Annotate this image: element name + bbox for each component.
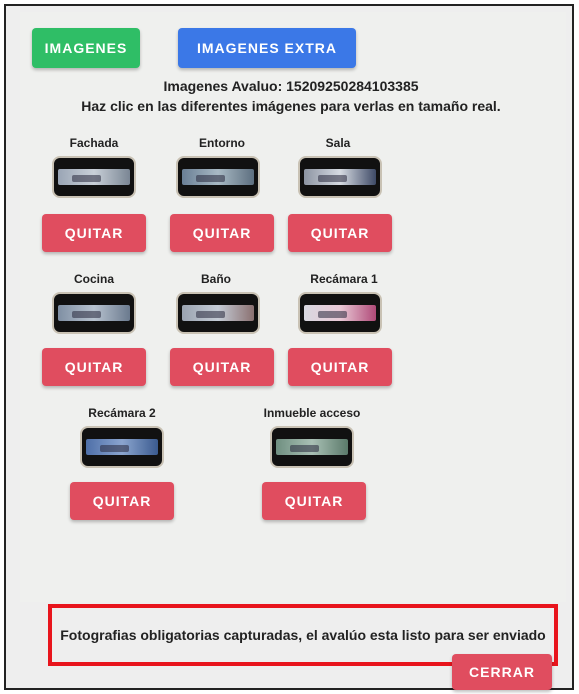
photo-label-cocina: Cocina bbox=[73, 272, 114, 286]
photo-label-entorno: Entorno bbox=[199, 136, 245, 150]
photo-label-fachada: Fachada bbox=[69, 136, 119, 150]
photo-thumbnail-sala[interactable] bbox=[298, 156, 382, 198]
avaluo-id-text: Imagenes Avaluo: 15209250284103385 bbox=[163, 78, 419, 94]
instruction-text: Haz clic en las diferentes imágenes para… bbox=[81, 98, 501, 114]
quitar-button-fachada[interactable]: QUITAR bbox=[42, 214, 146, 252]
quitar-button-recamara-1[interactable]: QUITAR bbox=[288, 348, 392, 386]
imagenes-extra-button[interactable]: IMAGENES EXTRA bbox=[178, 28, 356, 68]
dialog: IMAGENES IMAGENES EXTRA Imagenes Avaluo:… bbox=[4, 4, 574, 690]
photo-label-recamara-2: Recámara 2 bbox=[88, 406, 156, 420]
photo-thumbnail-recamara-1[interactable] bbox=[298, 292, 382, 334]
photo-label-recamara-1: Recámara 1 bbox=[310, 272, 378, 286]
photo-label-sala: Sala bbox=[325, 136, 351, 150]
photo-thumbnail-bano[interactable] bbox=[176, 292, 260, 334]
photo-label-bano: Baño bbox=[201, 272, 231, 286]
photo-thumbnail-inmueble-acceso[interactable] bbox=[270, 426, 354, 468]
photo-thumbnail-entorno[interactable] bbox=[176, 156, 260, 198]
quitar-button-cocina[interactable]: QUITAR bbox=[42, 348, 146, 386]
photo-label-inmueble-acceso: Inmueble acceso bbox=[263, 406, 361, 420]
photo-thumbnail-cocina[interactable] bbox=[52, 292, 136, 334]
quitar-button-entorno[interactable]: QUITAR bbox=[170, 214, 274, 252]
quitar-button-bano[interactable]: QUITAR bbox=[170, 348, 274, 386]
imagenes-button[interactable]: IMAGENES bbox=[32, 28, 140, 68]
quitar-button-recamara-2[interactable]: QUITAR bbox=[70, 482, 174, 520]
photo-thumbnail-fachada[interactable] bbox=[52, 156, 136, 198]
photo-thumbnail-recamara-2[interactable] bbox=[80, 426, 164, 468]
cerrar-button[interactable]: CERRAR bbox=[452, 654, 552, 690]
quitar-button-inmueble-acceso[interactable]: QUITAR bbox=[262, 482, 366, 520]
quitar-button-sala[interactable]: QUITAR bbox=[288, 214, 392, 252]
